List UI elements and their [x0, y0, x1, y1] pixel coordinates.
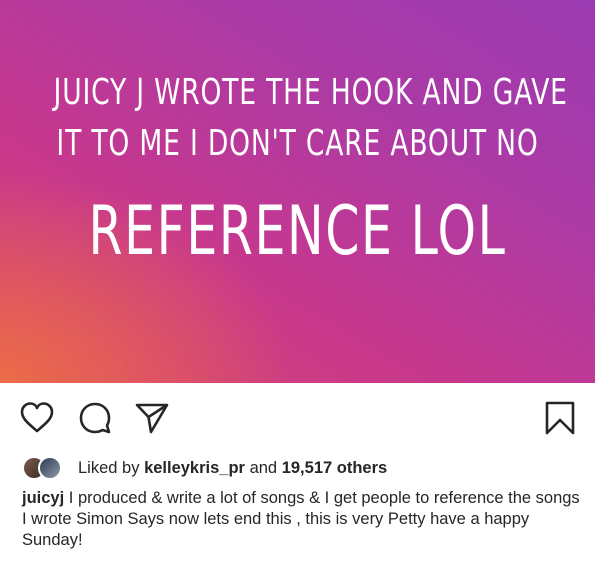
heart-icon[interactable] [20, 401, 54, 435]
liker-username-link[interactable]: kelleykris_pr [144, 459, 245, 477]
likes-count-link[interactable]: 19,517 others [282, 459, 387, 477]
image-text-line-2: IT TO ME I DON'T CARE ABOUT NO [56, 123, 539, 164]
likes-connector: and [249, 458, 278, 477]
likes-summary: Liked by kelleykris_pr and 19,517 others [22, 455, 387, 481]
post-caption: juicyj I produced & write a lot of songs… [22, 488, 582, 551]
post-action-bar [0, 383, 595, 453]
image-text-line-1: JUICY J WROTE THE HOOK AND GAVE [53, 72, 568, 113]
liker-avatars [22, 456, 72, 480]
avatar[interactable] [38, 456, 62, 480]
image-text-line-3: REFERENCE LOL [88, 192, 507, 271]
likes-text: Liked by kelleykris_pr and 19,517 others [78, 459, 387, 478]
post-image[interactable]: JUICY J WROTE THE HOOK AND GAVE IT TO ME… [0, 0, 595, 383]
comment-icon[interactable] [78, 401, 112, 435]
share-icon[interactable] [135, 401, 169, 435]
caption-text: I produced & write a lot of songs & I ge… [22, 489, 580, 549]
bookmark-icon[interactable] [543, 401, 577, 435]
caption-username-link[interactable]: juicyj [22, 489, 64, 507]
likes-prefix: Liked by [78, 458, 140, 477]
